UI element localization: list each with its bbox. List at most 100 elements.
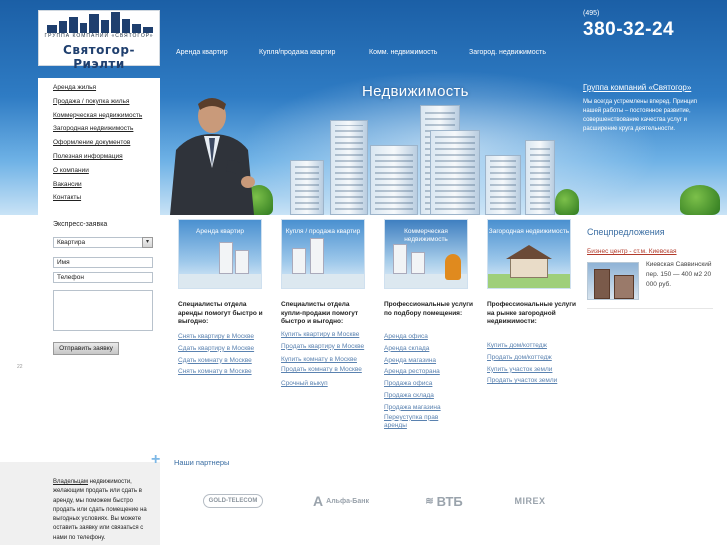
service-link[interactable]: Купить дом/коттедж: [487, 342, 547, 349]
owners-link[interactable]: Владельцам: [53, 479, 88, 485]
service-links: Купить квартиру в Москве Продать квартир…: [281, 331, 371, 390]
service-link[interactable]: Купить квартиру в Москве: [281, 331, 359, 338]
building: [330, 120, 368, 215]
building: [430, 130, 480, 215]
menu-item: Аренда жилья: [53, 84, 142, 98]
service-image-commercial[interactable]: Коммерческая недвижимость: [384, 219, 468, 289]
menu-item: Вакансии: [53, 181, 142, 195]
service-link[interactable]: Продать квартиру в Москве: [281, 343, 364, 350]
partner-name: ВТБ: [436, 493, 463, 509]
menu-link-commercial[interactable]: Коммерческая недвижимость: [53, 112, 142, 119]
special-offer-image[interactable]: [587, 262, 639, 300]
service-image-buy-sell[interactable]: Купля / продажа квартир: [281, 219, 365, 289]
special-offers-title: Спецпредложения: [587, 227, 665, 237]
company-logo[interactable]: ГРУППА КОМПАНИЙ «СВЯТОГОР» Святогор-Риэл…: [38, 10, 160, 71]
logo-tagline: ГРУППА КОМПАНИЙ «СВЯТОГОР»: [44, 33, 154, 39]
menu-link-about[interactable]: О компании: [53, 167, 89, 174]
service-link[interactable]: Продажа офиса: [384, 380, 432, 387]
service-link[interactable]: Купить участок земли: [487, 366, 552, 373]
menu-link-info[interactable]: Полезная информация: [53, 153, 123, 160]
service-link[interactable]: Продать участок земли: [487, 377, 557, 384]
express-form-title: Экспресс-заявка: [53, 221, 108, 228]
partner-logo-alfa-bank[interactable]: А Альфа-Банк: [305, 486, 377, 516]
menu-item: Оформление документов: [53, 139, 142, 153]
tree: [680, 185, 720, 215]
menu-link-sale[interactable]: Продажа / покупка жилья: [53, 98, 129, 105]
service-image-rent[interactable]: Аренда квартир: [178, 219, 262, 289]
alfa-logo-icon: А: [313, 493, 324, 509]
building: [370, 145, 418, 215]
special-offer-description: Киевская Саввинский пер. 150 — 400 м2 20…: [646, 261, 712, 288]
service-image-label: Купля / продажа квартир: [285, 228, 361, 235]
side-mark: 22: [17, 364, 23, 370]
property-type-select[interactable]: Квартира: [53, 237, 153, 248]
service-image-label: Аренда квартир: [196, 228, 244, 235]
menu-item: Контакты: [53, 194, 142, 208]
hero-title: Недвижимость: [362, 83, 469, 100]
menu-item: Загородная недвижимость: [53, 125, 142, 139]
service-link[interactable]: Продать дом/коттедж: [487, 354, 552, 361]
divider: [587, 308, 713, 309]
menu-item: Полезная информация: [53, 153, 142, 167]
service-link[interactable]: Продажа магазина: [384, 404, 441, 411]
service-link[interactable]: Снять квартиру в Москве: [178, 333, 254, 340]
service-link[interactable]: Аренда офиса: [384, 333, 428, 340]
nav-country[interactable]: Загород. недвижимость: [469, 49, 546, 56]
left-menu: Аренда жилья Продажа / покупка жилья Ком…: [53, 84, 142, 208]
service-image-label: Загородная недвижимость: [488, 228, 570, 235]
vtb-logo-icon: ≋: [425, 495, 434, 507]
menu-link-country[interactable]: Загородная недвижимость: [53, 125, 133, 132]
menu-item: О компании: [53, 167, 142, 181]
plus-icon: +: [151, 451, 161, 468]
submit-request-button[interactable]: Отправить заявку: [53, 342, 119, 355]
service-heading: Профессиональные услуги на рынке загород…: [487, 301, 576, 326]
partner-name: MIREX: [514, 496, 546, 506]
phone-number: 380-32-24: [583, 19, 675, 40]
menu-link-documents[interactable]: Оформление документов: [53, 139, 130, 146]
chevron-down-icon[interactable]: ▾: [142, 237, 153, 248]
service-image-label: Коммерческая недвижимость: [404, 228, 448, 243]
name-field[interactable]: Имя: [53, 257, 153, 268]
menu-link-vacancies[interactable]: Вакансии: [53, 181, 82, 188]
service-heading: Специалисты отдела аренды помогут быстро…: [178, 301, 263, 326]
service-link[interactable]: Аренда склада: [384, 345, 429, 352]
owner-note: Владельцам недвижимости, желающим продат…: [53, 478, 153, 543]
special-offer-link[interactable]: Бизнес центр - ст.м. Киевская: [587, 248, 677, 255]
building: [290, 160, 324, 215]
service-link[interactable]: Купить комнату в Москве: [281, 356, 357, 363]
partners-title: Наши партнеры: [174, 458, 230, 467]
message-textarea[interactable]: [53, 290, 153, 331]
phone-code: (495): [583, 10, 600, 17]
service-heading: Профессиональные услуги по подбору помещ…: [384, 301, 473, 317]
partner-logo-mirex[interactable]: MIREX: [508, 486, 552, 516]
service-link[interactable]: Продать комнату в Москве: [281, 366, 362, 373]
businessman-figure: [170, 98, 255, 215]
menu-item: Продажа / покупка жилья: [53, 98, 142, 112]
menu-link-rent[interactable]: Аренда жилья: [53, 84, 96, 91]
service-link[interactable]: Сдать квартиру в Москве: [178, 345, 254, 352]
service-heading: Специалисты отдела купли-продажи помогут…: [281, 301, 359, 326]
nav-rent-apartments[interactable]: Аренда квартир: [176, 49, 228, 56]
service-link[interactable]: Аренда ресторана: [384, 368, 440, 375]
service-link[interactable]: Переуступка прав аренды: [384, 414, 438, 430]
group-link[interactable]: Группа компаний «Святогор»: [583, 83, 691, 92]
partner-logo-vtb[interactable]: ≋ ВТБ: [418, 486, 470, 516]
menu-link-contacts[interactable]: Контакты: [53, 194, 81, 201]
tree: [555, 189, 579, 215]
owner-note-text: недвижимости, желающим продать или сдать…: [53, 479, 147, 541]
phone-field[interactable]: Телефон: [53, 272, 153, 283]
service-link[interactable]: Снять комнату в Москве: [178, 368, 252, 375]
nav-buy-sell-apartments[interactable]: Купля/продажа квартир: [259, 49, 335, 56]
service-image-country[interactable]: Загородная недвижимость: [487, 219, 571, 289]
partner-name: Альфа-Банк: [326, 497, 369, 505]
building: [525, 140, 555, 215]
logo-name: Святогор-Риэлти: [63, 43, 135, 71]
service-link[interactable]: Сдать комнату в Москве: [178, 357, 252, 364]
service-link[interactable]: Продажа склада: [384, 392, 434, 399]
service-link[interactable]: Аренда магазина: [384, 357, 436, 364]
partner-logo-gold-telecom[interactable]: GOLD-TELECOM: [200, 486, 266, 516]
group-description: Мы всегда устремлены вперед. Принцип наш…: [583, 99, 697, 132]
service-link[interactable]: Срочный выкуп: [281, 380, 328, 387]
nav-commercial[interactable]: Комм. недвижимость: [369, 49, 437, 56]
service-links: Снять квартиру в Москве Сдать квартиру в…: [178, 331, 268, 378]
